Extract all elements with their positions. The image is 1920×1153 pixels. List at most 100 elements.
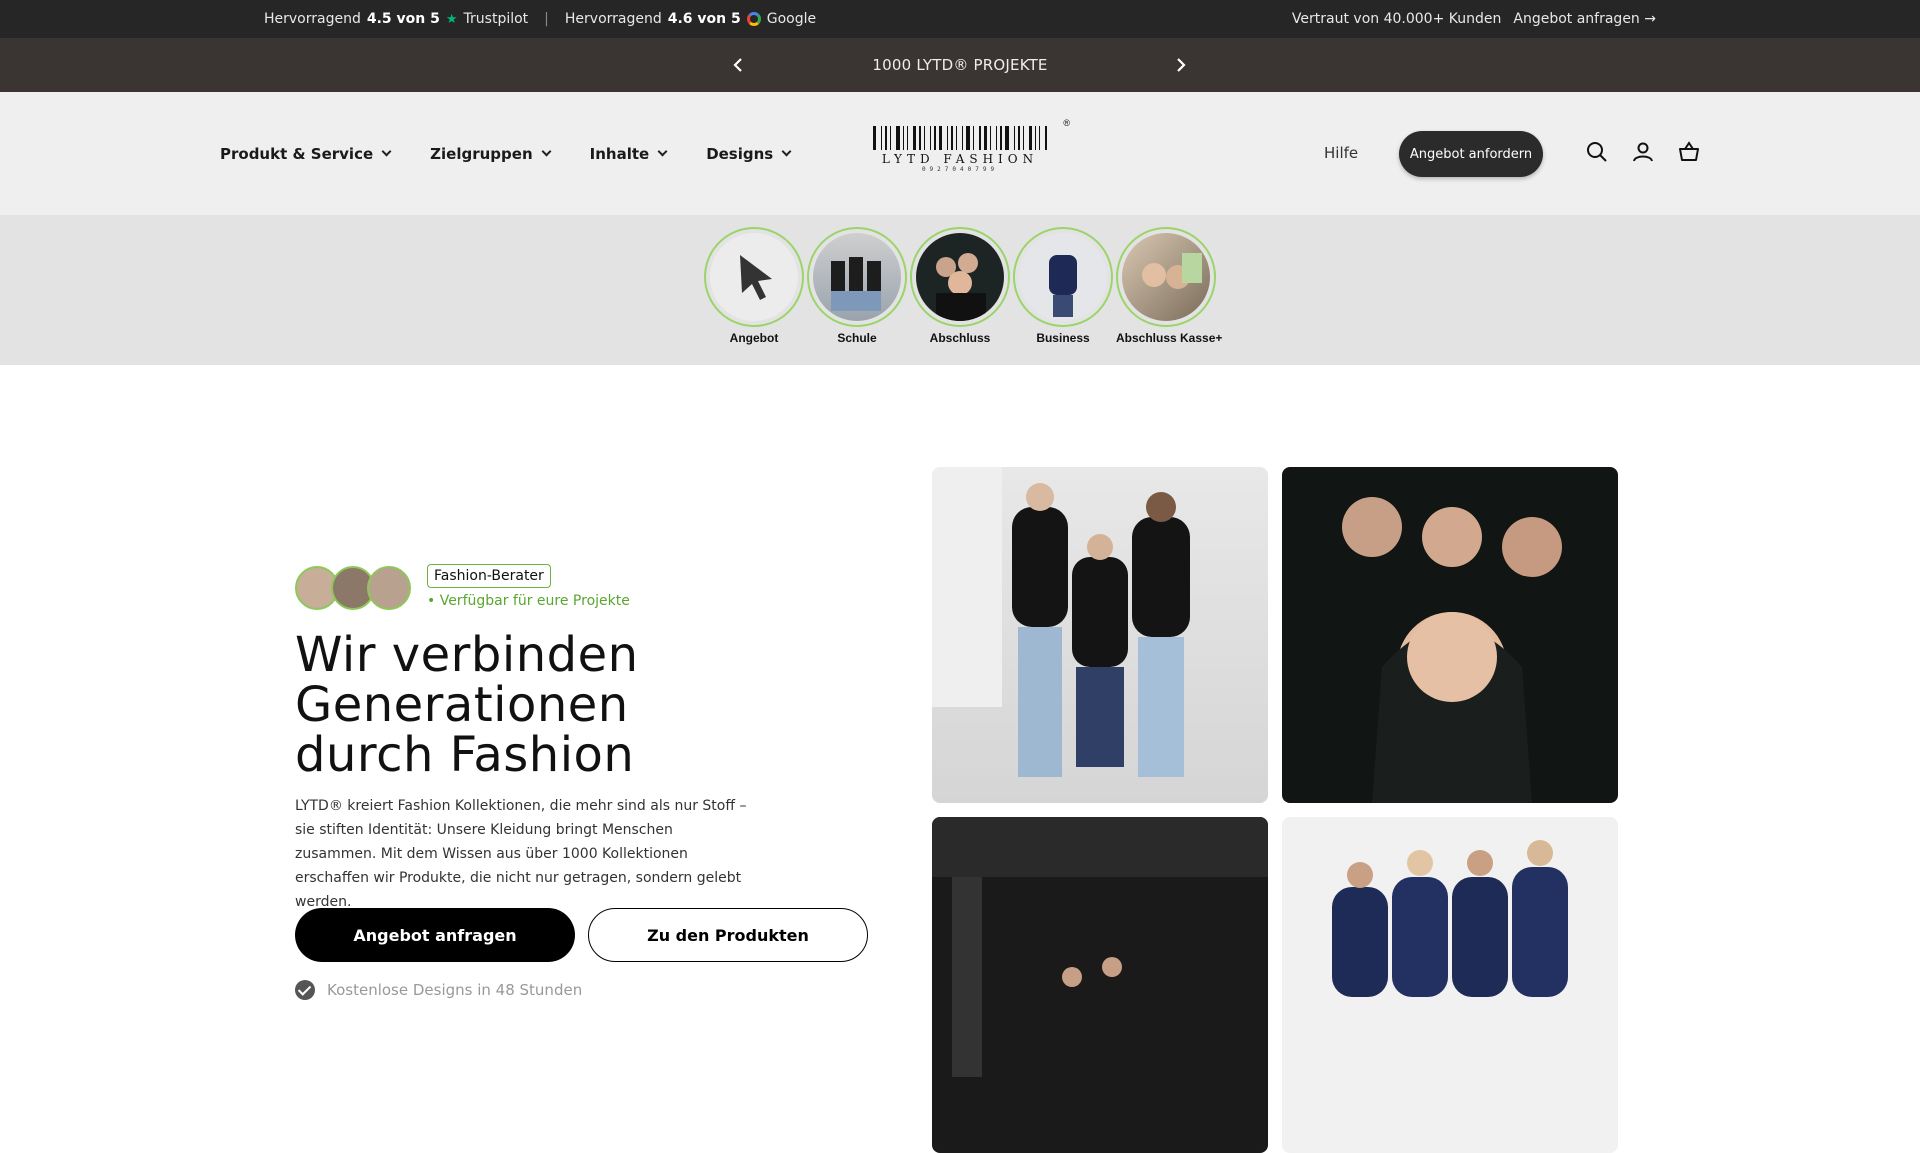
barcode-bar — [912, 126, 916, 150]
view-products-button[interactable]: Zu den Produkten — [588, 908, 868, 962]
story-label: Business — [1036, 331, 1090, 345]
barcode-bar — [872, 126, 876, 150]
barcode-bar — [965, 126, 970, 150]
photo-group-navy-hoodies — [1282, 817, 1618, 1153]
story-abschluss-kasse[interactable]: Abschluss Kasse+ — [1116, 227, 1223, 345]
barcode-bar — [999, 126, 1002, 150]
hero-headline: Wir verbinden Generationen durch Fashion — [295, 630, 855, 780]
request-quote-button[interactable]: Angebot anfordern — [1399, 131, 1543, 177]
avatar — [367, 566, 411, 610]
barcode-bar — [972, 126, 974, 150]
story-image — [916, 233, 1004, 321]
barcode-bar — [946, 126, 948, 150]
nav-produkt-service[interactable]: Produkt & Service — [220, 144, 392, 163]
barcode-bar — [880, 126, 882, 150]
story-ring — [910, 227, 1010, 327]
chevron-down-icon — [381, 146, 392, 157]
barcode-bar — [1022, 126, 1024, 150]
barcode-bar — [989, 126, 991, 150]
chevron-down-icon — [541, 146, 552, 157]
story-business[interactable]: Business — [1013, 227, 1113, 345]
nav-inhalte[interactable]: Inhalte — [590, 145, 668, 163]
availability-text: • Verfügbar für eure Projekte — [427, 593, 630, 609]
barcode-bar — [1017, 126, 1020, 150]
barcode-bar — [889, 126, 891, 150]
barcode-bar — [1004, 126, 1009, 150]
story-image — [1019, 233, 1107, 321]
help-link[interactable]: Hilfe — [1324, 144, 1358, 162]
request-quote-primary-button[interactable]: Angebot anfragen — [295, 908, 575, 962]
nav-label: Produkt & Service — [220, 144, 374, 163]
story-angebot[interactable]: Angebot — [704, 227, 804, 345]
barcode-bar — [938, 126, 942, 150]
chevron-down-icon — [781, 146, 792, 157]
barcode-bar — [895, 126, 900, 150]
request-quote-link[interactable]: Angebot anfragen → — [1513, 11, 1656, 27]
advisor-badge: Fashion-Berater — [427, 564, 551, 588]
photo-stage — [932, 817, 1268, 1153]
story-label: Schule — [837, 331, 877, 345]
barcode-bar — [923, 126, 925, 150]
barcode-bar — [929, 126, 931, 150]
barcode-bar — [950, 126, 953, 150]
divider: | — [544, 11, 549, 27]
cursor-icon — [710, 233, 798, 321]
trust-text: Vertraut von 40.000+ Kunden — [1291, 11, 1502, 27]
barcode-bar — [1038, 126, 1040, 150]
chevron-right-icon[interactable] — [1169, 53, 1193, 77]
ratings: Hervorragend 4.5 von 5 ★ Trustpilot | He… — [264, 0, 816, 38]
barcode-bar — [918, 126, 921, 150]
advisor-avatars — [295, 566, 411, 610]
rating-trustpilot-score: 4.5 von 5 — [366, 11, 440, 27]
feature-item: Kostenlose Designs in 48 Stunden — [295, 980, 582, 1000]
barcode-bar — [961, 126, 963, 150]
rating-google-prefix: Hervorragend — [564, 11, 662, 27]
search-icon[interactable] — [1585, 140, 1609, 164]
barcode-bar — [902, 126, 904, 150]
logo-brand: LYTD FASHION — [881, 152, 1039, 166]
main-nav: Produkt & Service Zielgruppen Inhalte De… — [220, 92, 792, 215]
check-icon — [295, 980, 315, 1000]
chevron-down-icon — [657, 146, 668, 157]
story-strip: Angebot Schule Abschluss Business Abschl… — [0, 215, 1920, 365]
rating-google-score: 4.6 von 5 — [667, 11, 741, 27]
story-ring — [1013, 227, 1113, 327]
google-icon — [746, 12, 761, 26]
story-label: Abschluss — [929, 331, 991, 345]
barcode-graphic — [850, 124, 1070, 150]
headline-line: Generationen — [295, 677, 629, 733]
rating-bar: Hervorragend 4.5 von 5 ★ Trustpilot | He… — [0, 0, 1920, 38]
headline-line: durch Fashion — [295, 727, 635, 783]
logo-digits: 0927040799 — [921, 166, 999, 173]
barcode-bar — [955, 126, 957, 150]
barcode-bar — [983, 126, 987, 150]
story-abschluss[interactable]: Abschluss — [910, 227, 1010, 345]
story-ring — [1116, 227, 1216, 327]
rating-google-source: Google — [766, 11, 817, 27]
nav-label: Zielgruppen — [430, 144, 533, 163]
barcode-bar — [1013, 126, 1015, 150]
nav-zielgruppen[interactable]: Zielgruppen — [430, 144, 552, 163]
story-ring — [807, 227, 907, 327]
story-image — [1122, 233, 1210, 321]
announcement-bar: 1000 LYTD® PROJEKTE — [0, 38, 1920, 92]
nav-label: Designs — [706, 144, 774, 163]
story-image — [813, 233, 901, 321]
photo-group-studio — [932, 467, 1268, 803]
story-schule[interactable]: Schule — [807, 227, 907, 345]
chevron-left-icon[interactable] — [726, 53, 750, 77]
nav-designs[interactable]: Designs — [706, 144, 792, 163]
barcode-bar — [1044, 126, 1047, 150]
story-label: Angebot — [729, 331, 779, 345]
cart-icon[interactable] — [1677, 140, 1701, 164]
account-icon[interactable] — [1631, 140, 1655, 164]
story-label: Abschluss Kasse+ — [1116, 331, 1223, 345]
site-logo[interactable]: LYTD FASHION 0927040799 ® — [850, 118, 1070, 180]
story-ring — [704, 227, 804, 327]
barcode-bar — [933, 126, 936, 150]
hero-description: LYTD® kreiert Fashion Kollektionen, die … — [295, 798, 747, 910]
rating-trustpilot-prefix: Hervorragend — [264, 11, 361, 27]
rating-trustpilot-source: Trustpilot — [463, 11, 529, 27]
barcode-bar — [978, 126, 981, 150]
headline-line: Wir verbinden — [295, 627, 639, 683]
